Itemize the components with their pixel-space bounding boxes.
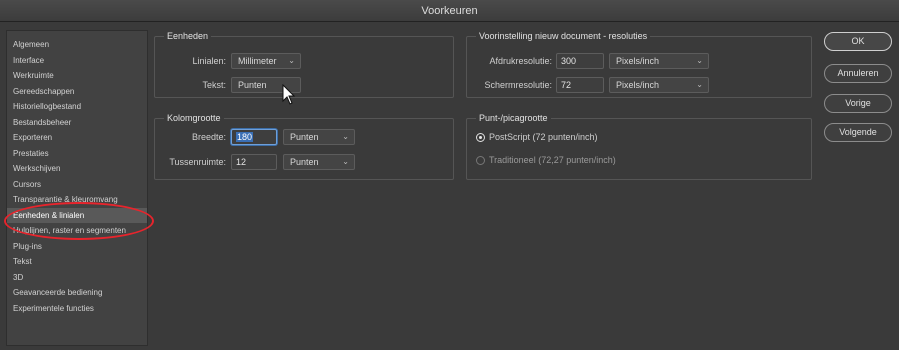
rulers-unit-value: Millimeter	[238, 56, 277, 66]
postscript-label: PostScript (72 punten/inch)	[489, 132, 598, 142]
print-resolution-value: 300	[561, 56, 577, 66]
gutter-input[interactable]: 12	[231, 154, 277, 170]
sidebar-item-cursors[interactable]: Cursors	[7, 177, 147, 193]
category-list: Algemeen Interface Werkruimte Gereedscha…	[6, 30, 148, 346]
previous-button[interactable]: Vorige	[824, 94, 892, 113]
screen-resolution-input[interactable]: 72	[556, 77, 604, 93]
gutter-unit: Punten	[290, 157, 319, 167]
sidebar-item-plug-ins[interactable]: Plug-ins	[7, 239, 147, 255]
radio-unselected-icon[interactable]	[476, 155, 485, 165]
chevron-down-icon: ⌄	[342, 157, 349, 166]
chevron-down-icon: ⌄	[696, 56, 703, 65]
chevron-down-icon: ⌄	[288, 56, 295, 65]
gutter-value: 12	[236, 157, 247, 167]
sidebar-item-transparency-gamut[interactable]: Transparantie & kleuromvang	[7, 192, 147, 208]
rulers-label: Linialen:	[192, 56, 226, 66]
radio-selected-icon[interactable]	[476, 132, 485, 142]
screen-resolution-value: 72	[561, 80, 572, 90]
gutter-unit-select[interactable]: Punten ⌄	[283, 154, 355, 170]
sidebar-item-export[interactable]: Exporteren	[7, 130, 147, 146]
sidebar-item-performance[interactable]: Prestaties	[7, 146, 147, 162]
screen-resolution-unit: Pixels/inch	[616, 80, 660, 90]
rulers-unit-select[interactable]: Millimeter ⌄	[231, 53, 301, 69]
sidebar-item-general[interactable]: Algemeen	[7, 37, 147, 53]
column-width-label: Breedte:	[191, 132, 226, 142]
chevron-down-icon: ⌄	[696, 80, 703, 89]
sidebar-item-advanced-controls[interactable]: Geavanceerde bediening	[7, 285, 147, 301]
column-width-input[interactable]: 180	[231, 129, 277, 145]
print-resolution-unit: Pixels/inch	[616, 56, 660, 66]
radio-postscript[interactable]: PostScript (72 punten/inch)	[476, 132, 598, 142]
point-size-group-title: Punt-/picagrootte	[476, 113, 551, 123]
chevron-down-icon: ⌄	[342, 132, 349, 141]
column-width-unit-select[interactable]: Punten ⌄	[283, 129, 355, 145]
sidebar-item-3d[interactable]: 3D	[7, 270, 147, 286]
next-button[interactable]: Volgende	[824, 123, 892, 142]
type-label: Tekst:	[202, 80, 226, 90]
radio-traditional[interactable]: Traditioneel (72,27 punten/inch)	[476, 155, 616, 165]
type-unit-value: Punten	[238, 80, 267, 90]
column-size-group-title: Kolomgrootte	[164, 113, 224, 123]
ok-button[interactable]: OK	[824, 32, 892, 51]
sidebar-item-workspace[interactable]: Werkruimte	[7, 68, 147, 84]
mouse-pointer-icon	[282, 84, 296, 105]
new-doc-resolution-title: Voorinstelling nieuw document - resoluti…	[476, 31, 651, 41]
preferences-dialog: Algemeen Interface Werkruimte Gereedscha…	[0, 22, 899, 350]
units-group-title: Eenheden	[164, 31, 212, 41]
screen-resolution-label: Schermresolutie:	[484, 80, 552, 90]
screen-resolution-unit-select[interactable]: Pixels/inch ⌄	[609, 77, 709, 93]
sidebar-item-tools[interactable]: Gereedschappen	[7, 84, 147, 100]
sidebar-item-type[interactable]: Tekst	[7, 254, 147, 270]
print-resolution-label: Afdrukresolutie:	[489, 56, 552, 66]
cancel-button[interactable]: Annuleren	[824, 64, 892, 83]
sidebar-item-interface[interactable]: Interface	[7, 53, 147, 69]
traditional-label: Traditioneel (72,27 punten/inch)	[489, 155, 616, 165]
column-width-unit: Punten	[290, 132, 319, 142]
print-resolution-unit-select[interactable]: Pixels/inch ⌄	[609, 53, 709, 69]
gutter-label: Tussenruimte:	[169, 157, 226, 167]
column-width-value: 180	[236, 132, 254, 142]
sidebar-item-units-rulers[interactable]: Eenheden & linialen	[7, 207, 147, 223]
point-size-group	[466, 118, 812, 180]
column-size-group	[154, 118, 454, 180]
sidebar-item-guides-grid-slices[interactable]: Hulplijnen, raster en segmenten	[7, 223, 147, 239]
sidebar-item-file-handling[interactable]: Bestandsbeheer	[7, 115, 147, 131]
print-resolution-input[interactable]: 300	[556, 53, 604, 69]
window-title: Voorkeuren	[0, 0, 899, 22]
sidebar-item-history-log[interactable]: Historiellogbestand	[7, 99, 147, 115]
sidebar-item-scratch-disks[interactable]: Werkschijven	[7, 161, 147, 177]
sidebar-item-experimental[interactable]: Experimentele functies	[7, 301, 147, 317]
